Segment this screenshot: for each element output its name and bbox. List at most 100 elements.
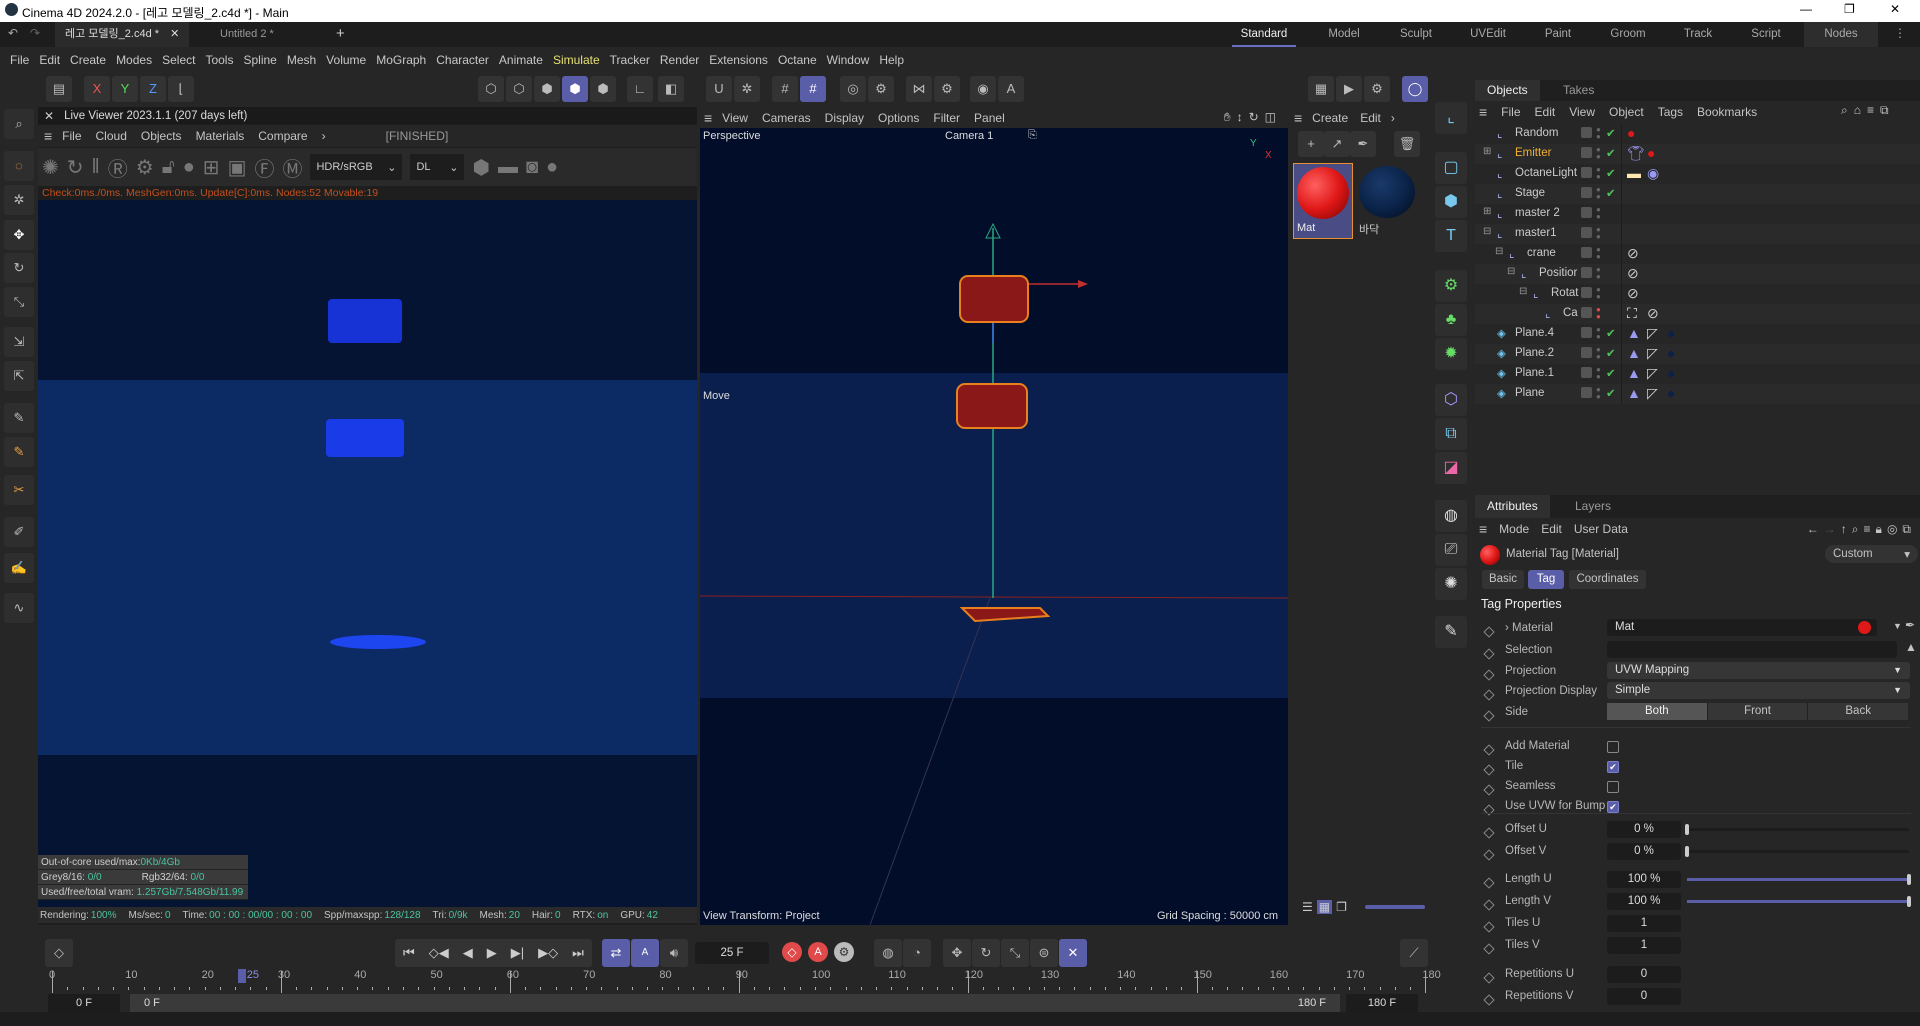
- projection-dropdown[interactable]: UVW Mapping ▼: [1607, 662, 1910, 679]
- material-link-field[interactable]: Mat: [1607, 619, 1877, 636]
- object-row[interactable]: ⌞ OctaneLight ● ● ✔ ▬ ◉: [1475, 164, 1920, 184]
- model-mode-icon[interactable]: ⬢: [562, 76, 588, 102]
- layout-model[interactable]: Model: [1316, 22, 1372, 47]
- layout-script[interactable]: Script: [1738, 22, 1794, 47]
- visibility-dots[interactable]: ● ●: [1596, 186, 1601, 201]
- new-material-icon[interactable]: +: [1298, 131, 1324, 157]
- link-dropdown-icon[interactable]: ▼: [1893, 621, 1902, 631]
- object-row[interactable]: ◈ Plane.1 ● ● ✔ ▲ ◸ ●: [1475, 364, 1920, 384]
- object-row[interactable]: ⊞ ⌞ Emitter ● ● ✔ 👕︎ ●: [1475, 144, 1920, 164]
- target-tag-icon[interactable]: ◉: [1647, 165, 1659, 182]
- key-rotation-icon[interactable]: ↻: [972, 939, 1000, 967]
- layer-edit-icon[interactable]: [1581, 347, 1592, 358]
- visibility-dots[interactable]: ● ●: [1596, 246, 1601, 261]
- restart-render-icon[interactable]: ↻: [67, 155, 84, 180]
- keyframe-diamond-icon[interactable]: [1483, 994, 1495, 1006]
- focus-tag-icon[interactable]: ⛶: [1627, 305, 1637, 322]
- key-settings-icon[interactable]: ⚙: [834, 942, 854, 962]
- spline-pen-icon[interactable]: ✎: [4, 403, 34, 433]
- collapse-icon[interactable]: ⊟: [1495, 246, 1503, 257]
- material-ball-icon[interactable]: ●: [183, 156, 195, 179]
- obj-menu-view[interactable]: View: [1569, 105, 1595, 119]
- numeric-field[interactable]: 0 %: [1607, 821, 1681, 838]
- key-parameter-icon[interactable]: ⊜: [1030, 939, 1058, 967]
- visibility-dots[interactable]: ● ●: [1596, 286, 1601, 301]
- edges-mode-icon[interactable]: ⬡: [506, 76, 532, 102]
- minimize-button[interactable]: —: [1800, 2, 1812, 16]
- red-material-tag-icon[interactable]: ●: [1647, 145, 1655, 161]
- solo-icon[interactable]: ◧: [658, 76, 684, 102]
- slider-handle[interactable]: [1907, 874, 1911, 885]
- layer-edit-icon[interactable]: [1581, 367, 1592, 378]
- x-axis-lock[interactable]: X: [84, 76, 110, 102]
- selection-field[interactable]: [1607, 641, 1897, 658]
- snap-settings-icon[interactable]: ✲: [734, 76, 760, 102]
- visibility-dots[interactable]: ● ●: [1596, 166, 1601, 181]
- layout-groom[interactable]: Groom: [1600, 22, 1656, 47]
- prev-frame-icon[interactable]: ◀: [463, 945, 473, 961]
- keyframe-diamond-icon[interactable]: [1483, 899, 1495, 911]
- magnet-icon[interactable]: U: [706, 76, 732, 102]
- triangle-icon[interactable]: ▲: [1905, 640, 1917, 654]
- rotate-tool-icon[interactable]: ↻: [4, 253, 34, 283]
- add-region-icon[interactable]: ⊞: [203, 155, 220, 180]
- deformer-icon[interactable]: ⬡: [1435, 384, 1467, 416]
- search-icon[interactable]: ⌕: [4, 109, 34, 139]
- tweak-icon[interactable]: ✲: [4, 185, 34, 215]
- hamburger-menu-icon[interactable]: ≡: [1294, 110, 1302, 126]
- filter-icon[interactable]: ≡: [1867, 103, 1880, 117]
- weight-icon[interactable]: ∿: [4, 593, 34, 623]
- collapse-icon[interactable]: ⊟: [1507, 266, 1515, 277]
- visibility-dots[interactable]: ● ●: [1596, 206, 1601, 221]
- expand-icon[interactable]: ⊞: [1483, 206, 1491, 217]
- side-front[interactable]: Front: [1706, 703, 1808, 720]
- timeline-graph-icon[interactable]: ⟋: [1400, 939, 1428, 967]
- value-slider[interactable]: [1687, 874, 1911, 885]
- octane-settings-icon[interactable]: A: [998, 76, 1024, 102]
- visibility-dots[interactable]: ● ●: [1596, 366, 1601, 381]
- attr-menu-mode[interactable]: Mode: [1499, 522, 1529, 536]
- speed-icon[interactable]: ◔: [903, 939, 931, 967]
- keyframe-diamond-icon[interactable]: [1483, 626, 1495, 638]
- settings-gear-icon[interactable]: ⚙: [136, 155, 154, 180]
- vp-menu-panel[interactable]: Panel: [974, 111, 1005, 125]
- checkbox[interactable]: ✔: [1607, 801, 1619, 813]
- rectangle-icon[interactable]: ▬: [498, 156, 518, 179]
- large-view-icon[interactable]: ❐: [1336, 900, 1347, 914]
- clapper-icon[interactable]: ▤: [46, 76, 72, 102]
- octane-object-tag-icon[interactable]: ▲: [1627, 345, 1641, 361]
- home-icon[interactable]: ⌂: [1854, 103, 1867, 117]
- hamburger-menu-icon[interactable]: ≡: [1479, 104, 1487, 120]
- new-window-icon[interactable]: ⧉: [1880, 103, 1895, 117]
- current-frame-field[interactable]: 25 F: [695, 942, 769, 964]
- menu-help[interactable]: Help: [879, 53, 904, 67]
- keyframe-diamond-icon[interactable]: [1483, 972, 1495, 984]
- transfer-icon[interactable]: ⇲: [4, 327, 34, 357]
- lv-menu-compare[interactable]: Compare: [258, 129, 307, 143]
- menu-volume[interactable]: Volume: [326, 53, 366, 67]
- enabled-check-icon[interactable]: ✔: [1606, 166, 1616, 180]
- go-to-start-icon[interactable]: ⏮: [403, 945, 415, 961]
- autokey-icon[interactable]: A: [808, 942, 828, 962]
- menu-mesh[interactable]: Mesh: [287, 53, 316, 67]
- menu-render[interactable]: Render: [660, 53, 699, 67]
- collapse-icon[interactable]: ⊟: [1519, 286, 1527, 297]
- layer-edit-icon[interactable]: [1581, 287, 1592, 298]
- coordinate-system-icon[interactable]: ⌊: [168, 76, 194, 102]
- camera-name[interactable]: Camera 1: [945, 130, 993, 142]
- lv-menu-materials[interactable]: Materials: [196, 129, 245, 143]
- more-chevron-icon[interactable]: ›: [1391, 111, 1395, 125]
- navy-material-tag-icon[interactable]: ●: [1667, 365, 1675, 381]
- keyframe-diamond-icon[interactable]: [1483, 849, 1495, 861]
- mouse-record-icon[interactable]: ◍: [874, 939, 902, 967]
- eyedropper-icon[interactable]: ✒: [1905, 618, 1915, 632]
- keyframe-diamond-icon[interactable]: [1483, 710, 1495, 722]
- object-row[interactable]: ◈ Plane.4 ● ● ✔ ▲ ◸ ●: [1475, 324, 1920, 344]
- null-object-icon[interactable]: ⌞: [1435, 102, 1467, 134]
- octane-dome-icon[interactable]: ◯: [1402, 76, 1428, 102]
- side-both[interactable]: Both: [1607, 703, 1707, 720]
- environment-icon[interactable]: ◍: [1435, 500, 1467, 532]
- lv-menu-objects[interactable]: Objects: [141, 129, 182, 143]
- visibility-dots[interactable]: ● ●: [1596, 266, 1601, 281]
- display-tag-icon[interactable]: ◸: [1647, 365, 1658, 382]
